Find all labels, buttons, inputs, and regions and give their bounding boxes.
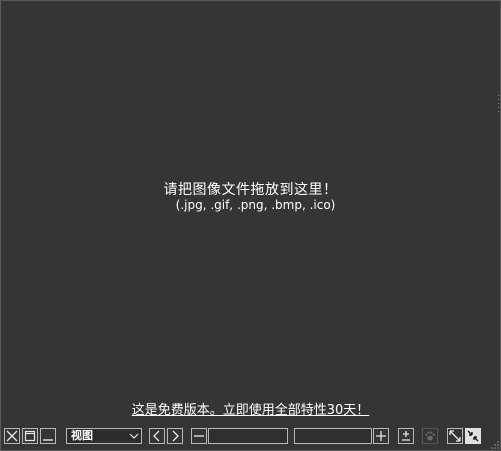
drop-hint-title: 请把图像文件拖放到这里！ [163, 182, 338, 198]
next-image-button[interactable] [167, 428, 183, 444]
paw-button[interactable] [422, 428, 438, 444]
shrink-button[interactable] [465, 428, 481, 444]
zoom-in-button[interactable] [373, 428, 389, 444]
close-button[interactable] [4, 428, 20, 444]
window-icon [24, 430, 36, 442]
view-select[interactable]: 视图 [66, 428, 142, 444]
zoom-out-button[interactable] [191, 428, 207, 444]
chevron-left-icon [153, 430, 160, 442]
drop-hint-formats: (.jpg, .gif, .png, .bmp, .ico) [175, 198, 336, 212]
prev-image-button[interactable] [149, 428, 165, 444]
view-select-value: 视图 [71, 429, 93, 442]
edge-grip-icon [498, 95, 499, 112]
expand-icon [449, 430, 461, 442]
minimize-icon [43, 439, 53, 441]
promo-link[interactable]: 这是免费版本。立即使用全部特性30天！ [0, 399, 501, 418]
zoom-value-field[interactable] [294, 428, 372, 444]
close-icon [6, 430, 18, 442]
shrink-icon [467, 430, 479, 442]
minimize-button[interactable] [40, 428, 56, 444]
fit-button[interactable] [398, 428, 414, 444]
window-button[interactable] [22, 428, 38, 444]
expand-button[interactable] [447, 428, 463, 444]
resize-grip-icon[interactable] [491, 441, 499, 449]
chevron-down-icon [129, 433, 139, 439]
viewer-frame [0, 0, 501, 451]
zoom-slider-track[interactable] [208, 428, 288, 444]
plus-icon [376, 431, 386, 441]
paw-icon [425, 431, 435, 441]
bottom-toolbar: 视图 [4, 428, 496, 446]
chevron-right-icon [172, 430, 179, 442]
minus-icon [194, 435, 204, 437]
plus-minus-icon [402, 431, 410, 441]
